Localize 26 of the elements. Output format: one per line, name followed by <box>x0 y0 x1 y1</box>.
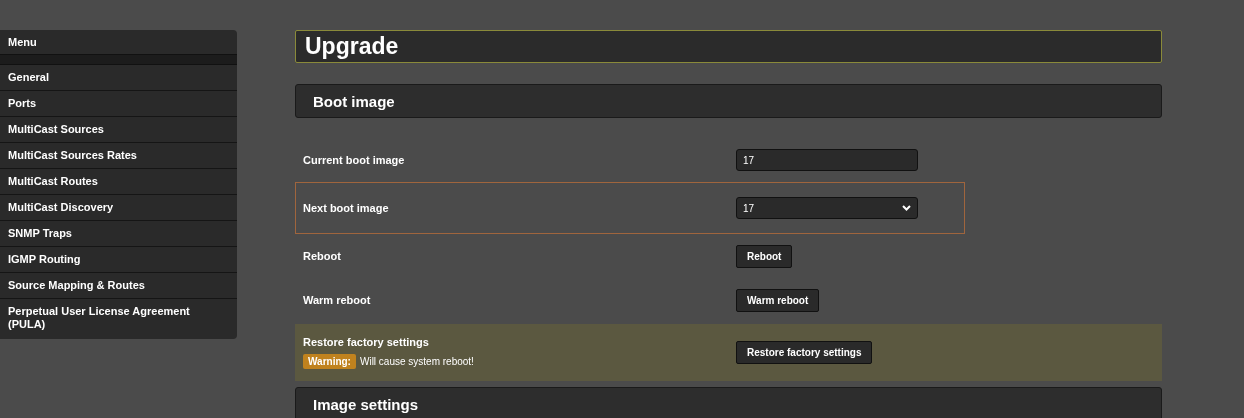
chevron-down-icon <box>902 205 911 211</box>
action-button[interactable]: Reboot <box>736 244 793 268</box>
action-button[interactable]: Restore factory settings <box>736 341 873 364</box>
section-header[interactable]: Boot image <box>295 84 1162 118</box>
boot-image-field[interactable]: 17 <box>736 149 918 171</box>
menu-item[interactable]: Perpetual User License Agreement (PULA) <box>0 299 237 339</box>
menu-item[interactable]: MultiCast Sources <box>0 117 237 143</box>
setting-label: Next boot image <box>303 202 390 214</box>
setting-label: Warm reboot <box>303 294 372 306</box>
page-title: Upgrade <box>295 30 1162 63</box>
menu-item[interactable]: General <box>0 65 237 91</box>
section-header[interactable]: Image settings <box>295 387 1162 418</box>
setting-label: Current boot image <box>303 154 406 166</box>
warning-text: Will cause system reboot! <box>359 356 474 367</box>
menu-item[interactable]: IGMP Routing <box>0 247 237 273</box>
menu-item[interactable]: MultiCast Routes <box>0 169 237 195</box>
setting-label: Restore factory settings <box>303 336 430 348</box>
menu-item[interactable]: Ports <box>0 91 237 117</box>
menu-item[interactable]: MultiCast Sources Rates <box>0 143 237 169</box>
menu-item[interactable]: MultiCast Discovery <box>0 195 237 221</box>
menu-item[interactable]: Source Mapping & Routes <box>0 273 237 299</box>
warning-badge: Warning: <box>303 354 356 369</box>
menu-item[interactable]: SNMP Traps <box>0 221 237 247</box>
action-button[interactable]: Warm reboot <box>736 288 820 312</box>
setting-label: Reboot <box>303 250 342 262</box>
boot-image-dropdown[interactable]: 17 <box>736 197 918 219</box>
